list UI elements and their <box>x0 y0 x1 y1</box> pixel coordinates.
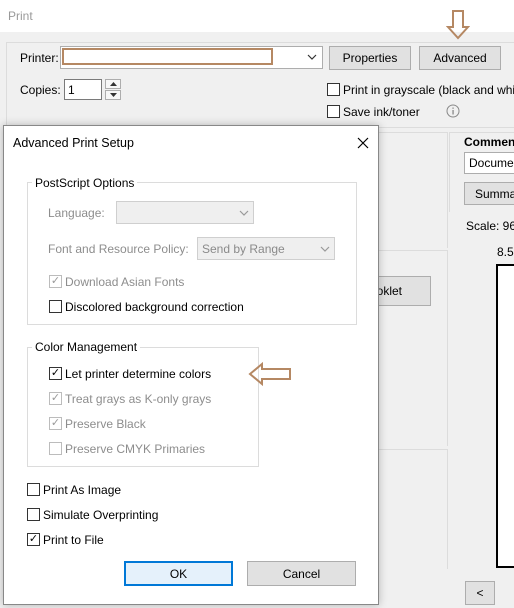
advanced-print-setup-dialog: Advanced Print Setup PostScript Options … <box>3 125 379 605</box>
orientation-group <box>378 449 448 569</box>
checkmark-icon: ✓ <box>50 367 61 379</box>
download-asian-label: Download Asian Fonts <box>65 275 185 289</box>
scale-label: Scale: 96 <box>466 219 514 233</box>
summarize-button[interactable]: Summa <box>464 182 514 205</box>
checkmark-icon: ✓ <box>50 417 61 429</box>
page-size-label: 8.5 <box>497 245 514 259</box>
print-as-image-checkbox[interactable] <box>27 483 40 496</box>
chevron-down-icon <box>239 202 249 223</box>
treat-grays-checkbox[interactable]: ✓ <box>49 392 62 405</box>
simulate-overprinting-label: Simulate Overprinting <box>43 508 159 522</box>
copies-stepper-down[interactable] <box>105 90 121 100</box>
preserve-cmyk-checkbox[interactable] <box>49 442 62 455</box>
down-arrow-annotation-icon <box>445 10 471 43</box>
language-label: Language: <box>48 206 105 220</box>
discolored-checkbox[interactable] <box>49 300 62 313</box>
prev-page-button[interactable]: < <box>465 581 495 605</box>
postscript-options-title: PostScript Options <box>32 176 138 190</box>
comments-select[interactable]: Docume <box>464 152 514 174</box>
chevron-down-icon <box>307 51 317 65</box>
cancel-button[interactable]: Cancel <box>247 561 356 586</box>
font-policy-select[interactable]: Send by Range <box>197 237 335 260</box>
preserve-cmyk-label: Preserve CMYK Primaries <box>65 442 206 456</box>
properties-button[interactable]: Properties <box>329 46 411 70</box>
copies-value: 1 <box>68 82 75 97</box>
discolored-label: Discolored background correction <box>65 300 244 314</box>
advanced-button[interactable]: Advanced <box>419 46 501 70</box>
comments-value: Docume <box>469 156 514 170</box>
dialog-title: Advanced Print Setup <box>13 136 134 150</box>
treat-grays-label: Treat grays as K-only grays <box>65 392 212 406</box>
printer-select[interactable] <box>60 46 323 69</box>
comments-label: Commen <box>464 135 514 149</box>
preview-page <box>496 264 514 568</box>
pages-group <box>378 132 448 248</box>
checkmark-icon: ✓ <box>50 275 61 287</box>
let-printer-label: Let printer determine colors <box>65 367 212 381</box>
copies-label: Copies: <box>20 83 61 97</box>
print-as-image-label: Print As Image <box>43 483 122 497</box>
print-title-bar: Print <box>0 0 514 32</box>
save-ink-label: Save ink/toner <box>343 105 420 119</box>
save-ink-checkbox[interactable] <box>327 105 340 118</box>
preserve-black-label: Preserve Black <box>65 417 146 431</box>
grayscale-label: Print in grayscale (black and whi <box>343 83 514 97</box>
printer-label: Printer: <box>20 51 59 65</box>
color-management-title: Color Management <box>32 340 141 354</box>
ok-button[interactable]: OK <box>124 561 233 586</box>
copies-stepper-up[interactable] <box>105 79 121 89</box>
left-arrow-annotation-icon <box>248 361 292 389</box>
print-window-title: Print <box>8 9 33 23</box>
printer-highlight-box <box>62 48 273 65</box>
font-policy-label: Font and Resource Policy: <box>48 242 189 256</box>
grayscale-checkbox[interactable] <box>327 83 340 96</box>
download-asian-checkbox[interactable]: ✓ <box>49 275 62 288</box>
let-printer-checkbox[interactable]: ✓ <box>49 367 62 380</box>
print-to-file-label: Print to File <box>43 533 104 547</box>
checkmark-icon: ✓ <box>50 392 61 404</box>
chevron-down-icon <box>320 238 330 259</box>
info-icon[interactable] <box>446 104 460 121</box>
copies-input[interactable]: 1 <box>64 79 102 100</box>
preserve-black-checkbox[interactable]: ✓ <box>49 417 62 430</box>
font-policy-value: Send by Range <box>202 241 285 256</box>
print-to-file-checkbox[interactable]: ✓ <box>27 533 40 546</box>
checkmark-icon: ✓ <box>28 533 39 545</box>
language-select[interactable] <box>116 201 254 224</box>
simulate-overprinting-checkbox[interactable] <box>27 508 40 521</box>
close-icon[interactable] <box>353 133 373 153</box>
